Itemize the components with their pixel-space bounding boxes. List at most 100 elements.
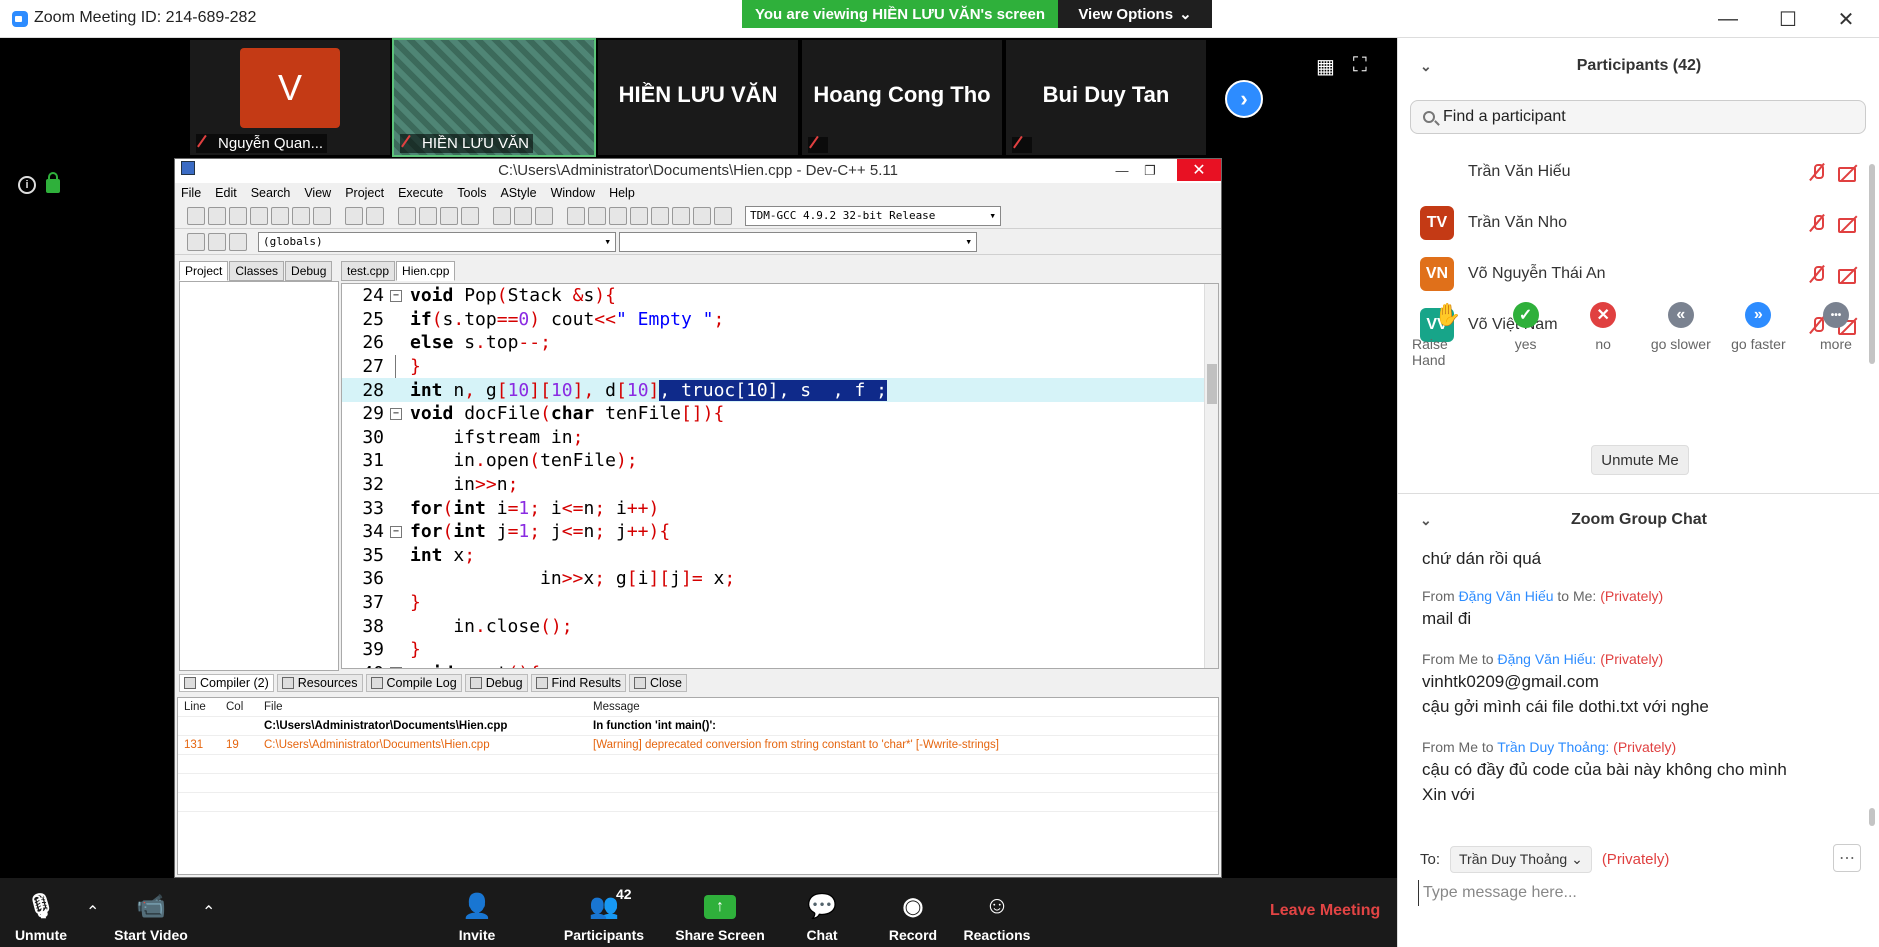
thumb-hien-luu-van[interactable]: HIỀN LƯU VĂN — [598, 40, 798, 155]
tab-debug[interactable]: Debug — [285, 261, 333, 281]
toggle-bookmark-icon[interactable] — [229, 232, 247, 251]
unmute-button[interactable]: 🎙 Unmute — [8, 878, 74, 947]
chat-message-input[interactable] — [1418, 880, 1858, 906]
menu-execute[interactable]: Execute — [398, 186, 443, 200]
tab-close[interactable]: Close — [629, 674, 687, 692]
tab-debug-output[interactable]: Debug — [464, 674, 528, 692]
more-button[interactable]: ••• more — [1800, 302, 1872, 368]
participant-row[interactable]: Trần Văn Hiếu — [1420, 152, 1860, 192]
tab-resources[interactable]: Resources — [276, 674, 363, 692]
tab-find-results[interactable]: Find Results — [530, 674, 627, 692]
syntax-check-icon[interactable] — [651, 206, 669, 225]
close-file-icon[interactable] — [271, 206, 289, 225]
gallery-view-icon[interactable]: ▦ — [1316, 54, 1335, 79]
yes-button[interactable]: ✓ yes — [1490, 302, 1562, 368]
save-all-icon[interactable] — [250, 206, 268, 225]
tab-compile-log[interactable]: Compile Log — [365, 674, 462, 692]
save-icon[interactable] — [229, 206, 247, 225]
col-message[interactable]: Message — [589, 701, 1218, 713]
lock-icon[interactable] — [46, 172, 60, 193]
fullscreen-icon[interactable]: ⛶ — [1353, 54, 1367, 79]
col-file[interactable]: File — [260, 701, 589, 713]
print-icon[interactable] — [313, 206, 331, 225]
collapse-chevron-icon[interactable]: ⌄ — [1420, 58, 1432, 75]
minimize-icon[interactable]: — — [1708, 6, 1748, 32]
sender-name[interactable]: Đặng Văn Hiếu — [1459, 588, 1554, 604]
reactions-button[interactable]: ☺ Reactions — [960, 878, 1034, 947]
menu-file[interactable]: File — [181, 186, 201, 200]
start-video-button[interactable]: 📹 Start Video — [108, 878, 194, 947]
participants-button[interactable]: 👥 Participants — [552, 878, 656, 947]
tab-compiler[interactable]: Compiler (2) — [179, 674, 274, 692]
menu-view[interactable]: View — [304, 186, 331, 200]
devcpp-close-icon[interactable]: ✕ — [1177, 159, 1221, 181]
new-file-icon[interactable] — [187, 206, 205, 225]
stop-icon[interactable] — [672, 206, 690, 225]
debug-icon[interactable] — [714, 206, 732, 225]
chat-button[interactable]: 💬 Chat — [800, 878, 844, 947]
globals-select[interactable]: (globals) ▾ — [258, 231, 616, 252]
recipient-name[interactable]: Đặng Văn Hiếu: — [1497, 651, 1596, 667]
devcpp-minimize-icon[interactable]: — — [1109, 159, 1135, 183]
unindent-icon[interactable] — [461, 206, 479, 225]
collapse-chevron-icon[interactable]: ⌄ — [1420, 512, 1432, 529]
thumb-hoang-cong-tho[interactable]: Hoang Cong Tho — [802, 40, 1002, 155]
chat-scrollbar[interactable] — [1869, 808, 1875, 826]
recipient-select[interactable]: Trần Duy Thoảng ⌄ — [1450, 846, 1592, 873]
thumb-hien-luu-van-video[interactable]: HIỀN LƯU VĂN — [392, 38, 596, 157]
undo-icon[interactable] — [345, 206, 363, 225]
back-icon[interactable] — [493, 206, 511, 225]
menu-window[interactable]: Window — [551, 186, 595, 200]
menu-search[interactable]: Search — [251, 186, 291, 200]
col-line[interactable]: Line — [178, 701, 218, 713]
share-screen-button[interactable]: ↑ Share Screen — [672, 878, 768, 947]
find-icon[interactable] — [398, 206, 416, 225]
indent-icon[interactable] — [440, 206, 458, 225]
participant-row[interactable]: TV Trần Văn Nho — [1420, 203, 1860, 243]
audio-options-caret-icon[interactable]: ⌃ — [86, 902, 99, 922]
replace-icon[interactable] — [419, 206, 437, 225]
info-icon[interactable]: i — [18, 176, 36, 194]
tab-test-cpp[interactable]: test.cpp — [341, 261, 396, 281]
participant-row[interactable]: VN Võ Nguyễn Thái An — [1420, 254, 1860, 294]
view-options-button[interactable]: View Options ⌄ — [1058, 0, 1212, 28]
record-button[interactable]: ◉ Record — [884, 878, 942, 947]
members-select[interactable]: ▾ — [619, 231, 977, 252]
menu-tools[interactable]: Tools — [457, 186, 486, 200]
close-window-icon[interactable]: ✕ — [1826, 6, 1866, 32]
insert-icon[interactable] — [208, 232, 226, 251]
rebuild-icon[interactable] — [630, 206, 648, 225]
close-all-icon[interactable] — [292, 206, 310, 225]
redo-icon[interactable] — [366, 206, 384, 225]
chat-more-button[interactable]: ⋯ — [1833, 844, 1861, 872]
table-row[interactable]: 131 19 C:\Users\Administrator\Documents\… — [178, 736, 1218, 755]
run-icon[interactable] — [588, 206, 606, 225]
invite-button[interactable]: 👤 Invite — [452, 878, 502, 947]
compile-run-icon[interactable] — [609, 206, 627, 225]
scrollbar-thumb[interactable] — [1207, 364, 1217, 404]
go-faster-button[interactable]: » go faster — [1722, 302, 1794, 368]
compile-icon[interactable] — [567, 206, 585, 225]
col-col[interactable]: Col — [218, 701, 260, 713]
tab-project[interactable]: Project — [179, 261, 229, 281]
forward-icon[interactable] — [514, 206, 532, 225]
menu-help[interactable]: Help — [609, 186, 635, 200]
devcpp-restore-icon[interactable]: ❐ — [1137, 159, 1163, 183]
menu-astyle[interactable]: AStyle — [500, 186, 536, 200]
table-row[interactable]: C:\Users\Administrator\Documents\Hien.cp… — [178, 717, 1218, 736]
menu-project[interactable]: Project — [345, 186, 384, 200]
code-editor[interactable]: 24− void Pop(Stack & s){ 25 if(s. top == 0) c… — [341, 283, 1219, 669]
unmute-me-button[interactable]: Unmute Me — [1591, 445, 1689, 475]
goto-icon[interactable] — [187, 232, 205, 251]
tab-classes[interactable]: Classes — [229, 261, 285, 281]
raise-hand-button[interactable]: ✋ Raise Hand — [1412, 302, 1484, 368]
chart-icon[interactable] — [693, 206, 711, 225]
tab-hien-cpp[interactable]: Hien.cpp — [396, 261, 456, 281]
thumb-nguyen-quan[interactable]: V Nguyễn Quan... — [190, 40, 390, 155]
no-button[interactable]: ✕ no — [1567, 302, 1639, 368]
video-options-caret-icon[interactable]: ⌃ — [202, 902, 215, 922]
next-page-arrow-icon[interactable]: › — [1225, 80, 1263, 118]
menu-edit[interactable]: Edit — [215, 186, 237, 200]
editor-scrollbar[interactable] — [1204, 284, 1218, 668]
open-icon[interactable] — [208, 206, 226, 225]
